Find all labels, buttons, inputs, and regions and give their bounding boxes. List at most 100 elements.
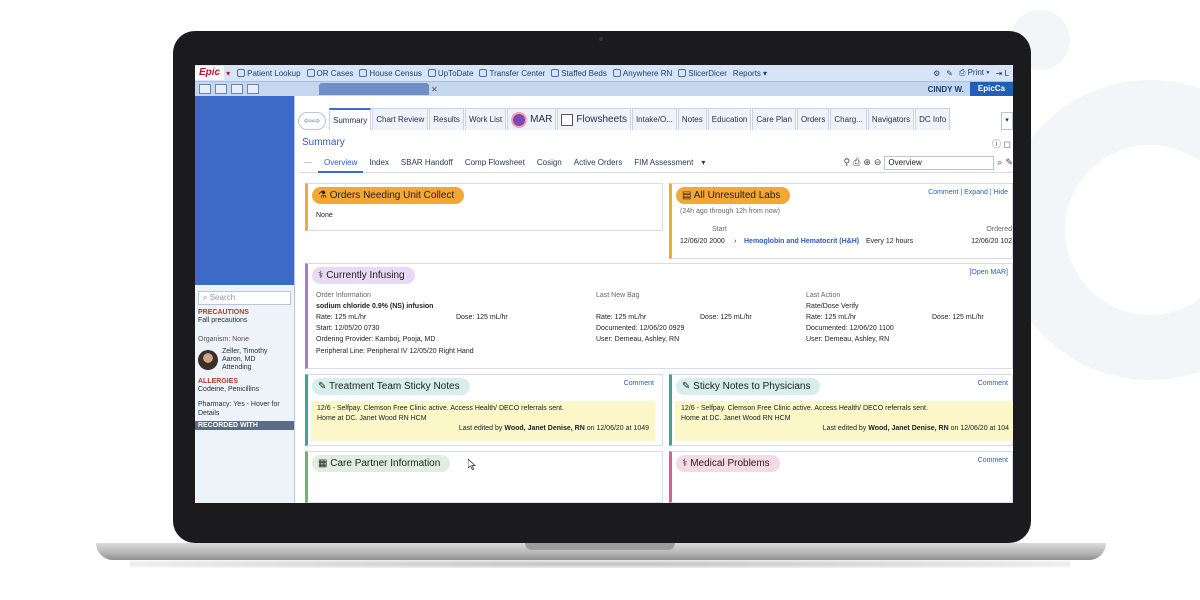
card-title: ▤ All Unresulted Labs xyxy=(676,187,791,204)
organism-value: Organism: None xyxy=(198,336,249,343)
epic-care-button[interactable]: EpicCa xyxy=(969,82,1013,96)
tab-education[interactable]: Education xyxy=(707,108,752,130)
lab-frequency: Every 12 hours xyxy=(866,238,914,245)
note-edited: Last edited by Wood, Janet Denise, RN on… xyxy=(458,425,649,432)
peripheral-line: Peripheral Line: Peripheral IV 12/05/20 … xyxy=(316,348,474,355)
lab-name-link[interactable]: Hemoglobin and Hematocrit (H&H) xyxy=(744,238,859,245)
slicerdicer-button[interactable]: SlicerDicer xyxy=(678,69,727,78)
gear-icon[interactable]: ⚙ xyxy=(933,69,940,78)
user-name: CINDY W. xyxy=(927,84,964,94)
tab-notes[interactable]: Notes xyxy=(677,108,707,130)
chevron-down-icon[interactable]: ▾ xyxy=(226,69,230,78)
subtab-sbar-handoff[interactable]: SBAR Handoff xyxy=(395,153,459,173)
tab-intake-output[interactable]: Intake/O... xyxy=(631,108,677,130)
staffed-beds-button[interactable]: Staffed Beds xyxy=(551,69,607,78)
uptodate-button[interactable]: UpToDate xyxy=(427,69,473,78)
last-action-label: Last Action xyxy=(806,292,841,299)
action-dose: Dose: 125 mL/hr xyxy=(932,314,984,321)
iv-icon: ⚕ xyxy=(318,270,327,281)
search-icon[interactable]: ⌕ xyxy=(997,157,1002,168)
orders-value: None xyxy=(316,212,333,219)
comment-link[interactable]: Comment xyxy=(978,380,1008,387)
house-census-button[interactable]: House Census xyxy=(359,69,422,78)
bed-icon xyxy=(551,69,560,77)
bag-dose: Dose: 125 mL/hr xyxy=(700,314,752,321)
epic-logo[interactable]: Epic xyxy=(195,66,225,80)
close-icon[interactable]: ✕ xyxy=(431,85,438,94)
avatar xyxy=(198,350,218,370)
report-selector-input[interactable]: Overview xyxy=(884,155,995,170)
sticky-note[interactable]: 12/6 - Selfpay. Clemson Free Clinic acti… xyxy=(311,401,655,441)
precautions-value: Fall precautions xyxy=(198,317,248,324)
subtab-cosign[interactable]: Cosign xyxy=(531,153,568,173)
patient-lookup-button[interactable]: Patient Lookup xyxy=(237,69,301,78)
house-icon xyxy=(359,69,368,77)
logout-icon[interactable]: ⇥ L xyxy=(996,69,1009,78)
note-line2: Home at DC. Janet Wood RN HCM xyxy=(317,415,427,422)
pharmacy-line1[interactable]: Pharmacy: Yes - Hover for xyxy=(195,400,294,409)
subtab-comp-flowsheet[interactable]: Comp Flowsheet xyxy=(459,153,531,173)
folder-icon[interactable] xyxy=(231,84,243,94)
summary-subtabs: — Overview Index SBAR Handoff Comp Flows… xyxy=(298,153,1013,173)
pharmacy-line2[interactable]: Details xyxy=(195,409,294,418)
card-title: ✎ Sticky Notes to Physicians xyxy=(676,378,821,395)
tab-work-list[interactable]: Work List xyxy=(464,108,507,130)
comment-link[interactable]: Comment xyxy=(624,380,654,387)
tab-summary[interactable]: Summary xyxy=(329,108,372,130)
zoom-in-icon[interactable]: ⊕ xyxy=(863,157,871,168)
attending-role: Attending xyxy=(222,364,252,371)
tab-results[interactable]: Results xyxy=(429,108,464,130)
patient-sidebar: ⌕ Search PRECAUTIONS Fall precautions Or… xyxy=(195,96,295,503)
wrench-icon[interactable]: ✎ xyxy=(946,69,953,78)
chevron-down-icon[interactable]: ▾ xyxy=(701,158,705,167)
attending-provider[interactable]: Zeller, Timothy Aaron, MD Attending xyxy=(195,348,294,372)
wrench-icon[interactable]: ✎ xyxy=(1005,157,1013,168)
print-button[interactable]: ⎙ Print ▾ xyxy=(959,68,990,78)
or-cases-button[interactable]: OR Cases xyxy=(306,69,353,78)
sidebar-search-input[interactable]: ⌕ Search xyxy=(198,291,291,305)
print-icon[interactable]: ⎙ xyxy=(853,157,860,168)
more-tabs-button[interactable]: ▾ xyxy=(1001,112,1013,130)
open-mar-link[interactable]: [Open MAR] xyxy=(969,269,1008,276)
laptop-shadow xyxy=(130,560,1070,568)
tab-chart-review[interactable]: Chart Review xyxy=(372,108,429,130)
subtab-fim-assessment[interactable]: FIM Assessment xyxy=(628,153,699,173)
tab-navigators[interactable]: Navigators xyxy=(867,108,915,130)
allergies-value: Codeine, Penicillins xyxy=(198,386,260,393)
attending-name-line1: Zeller, Timothy xyxy=(222,348,268,355)
anywhere-rn-button[interactable]: Anywhere RN xyxy=(612,69,672,78)
collapse-icon[interactable]: — xyxy=(298,153,318,173)
list-icon[interactable] xyxy=(215,84,227,94)
subtab-active-orders[interactable]: Active Orders xyxy=(568,153,628,173)
back-forward-arrows[interactable]: ⇦⇨ xyxy=(298,112,326,130)
book-icon xyxy=(427,69,436,77)
flowsheet-icon xyxy=(561,113,574,126)
patient-tab[interactable] xyxy=(319,83,429,95)
page-title: Summary xyxy=(302,137,345,148)
comment-link[interactable]: Comment xyxy=(978,457,1008,464)
card-title: ⚗ Orders Needing Unit Collect xyxy=(312,187,465,204)
subtab-index[interactable]: Index xyxy=(363,153,395,173)
tab-flowsheets[interactable]: Flowsheets xyxy=(557,108,631,130)
chart-icon xyxy=(678,69,687,77)
tab-orders[interactable]: Orders xyxy=(796,108,830,130)
tab-mar[interactable]: MAR xyxy=(507,108,557,130)
zoom-out-icon[interactable]: ⊖ xyxy=(874,157,882,168)
window-icon[interactable] xyxy=(247,84,259,94)
labs-range: (24h ago through 12h from now) xyxy=(680,208,781,215)
transfer-center-button[interactable]: Transfer Center xyxy=(479,69,545,78)
tab-charges[interactable]: Charg... xyxy=(830,108,867,130)
menu-icon[interactable] xyxy=(199,84,211,94)
tab-dc-info[interactable]: DC Info xyxy=(915,108,951,130)
note-edited: Last edited by Wood, Janet Denise, RN on… xyxy=(822,425,1009,432)
help-icon[interactable]: ⓘ ◻ xyxy=(992,137,1011,150)
note-icon: ✎ xyxy=(682,381,694,392)
tab-care-plan[interactable]: Care Plan xyxy=(752,108,796,130)
labs-actions-links[interactable]: Comment | Expand | Hide xyxy=(928,189,1008,196)
subtab-overview[interactable]: Overview xyxy=(318,153,364,173)
action-rate: Rate: 125 mL/hr xyxy=(806,314,857,321)
mouse-cursor-icon xyxy=(468,459,476,470)
sticky-note[interactable]: 12/6 - Selfpay. Clemson Free Clinic acti… xyxy=(675,401,1013,441)
binoculars-icon[interactable]: ⚲ xyxy=(844,157,851,168)
reports-menu[interactable]: Reports ▾ xyxy=(733,69,767,78)
